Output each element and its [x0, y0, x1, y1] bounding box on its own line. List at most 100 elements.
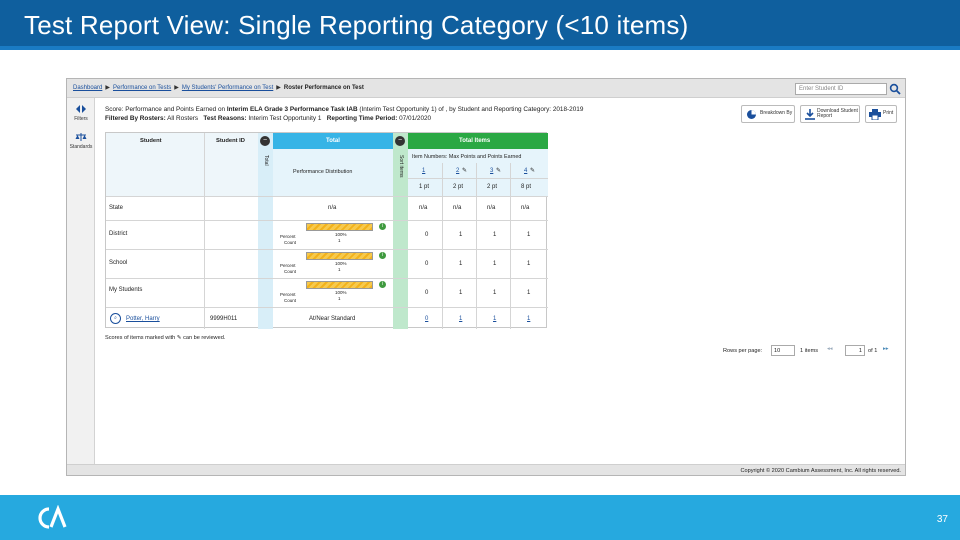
performance-bar[interactable] — [306, 252, 373, 260]
sidebar-item-standards[interactable]: Standards — [67, 132, 95, 150]
collapse-items-icon[interactable]: − — [395, 136, 405, 146]
col-divider — [476, 163, 477, 329]
row-item-value: 1 — [527, 290, 531, 296]
rows-per-page-select[interactable]: 10 — [771, 345, 795, 356]
row-item-value: n/a — [453, 205, 462, 211]
item-3-points: 2 pt — [487, 184, 498, 190]
col-divider — [510, 163, 511, 329]
item-2-link[interactable]: 2 — [456, 168, 459, 174]
student-item-score-link[interactable]: 1 — [493, 316, 496, 322]
performance-bar[interactable] — [306, 281, 373, 289]
review-note-start: Scores of items marked with — [105, 335, 176, 341]
review-note: Scores of items marked with ✎ can be rev… — [105, 335, 225, 341]
col-student[interactable]: Student — [140, 138, 162, 144]
pencil-icon: ✎ — [496, 168, 502, 174]
previous-page-icon[interactable]: ◂◂ — [827, 346, 833, 352]
row-item-value: 1 — [459, 232, 463, 238]
student-item-score-link[interactable]: 0 — [425, 316, 428, 322]
item-3-link[interactable]: 3 — [490, 168, 493, 174]
next-page-icon[interactable]: ▸▸ — [883, 346, 889, 352]
sidebar-item-label: Standards — [69, 144, 93, 150]
percent-value: 100% — [335, 261, 347, 266]
student-item-score-link[interactable]: 1 — [527, 316, 530, 322]
cambium-logo-icon — [38, 505, 67, 529]
download-icon — [805, 109, 815, 120]
col-student-id[interactable]: Student ID — [216, 138, 245, 144]
sidebar-item-filters[interactable]: Filters — [67, 104, 95, 122]
breadcrumb-my-students[interactable]: My Students' Performance on Test — [182, 85, 273, 91]
pencil-icon: ✎ — [176, 335, 182, 341]
breakdown-by-label: Breakdown By — [760, 110, 793, 116]
print-button[interactable]: Print — [865, 105, 897, 123]
filters-icon — [76, 105, 86, 113]
row-item-value: 0 — [425, 290, 429, 296]
row-divider — [106, 196, 548, 197]
student-report-icon[interactable]: ⌕ — [110, 313, 121, 324]
pencil-icon: ✎ — [530, 168, 536, 174]
slide-title: Test Report View: Single Reporting Categ… — [24, 10, 689, 40]
student-id-value: 9999H011 — [210, 316, 238, 322]
test-name: Interim ELA Grade 3 Performance Task IAB — [226, 106, 358, 113]
period-label: Reporting Time Period: — [326, 115, 398, 122]
student-id-search-input[interactable]: Enter Student ID — [795, 83, 887, 95]
row-item-value: 0 — [425, 261, 429, 267]
col-divider — [442, 163, 443, 329]
row-item-value: n/a — [419, 205, 428, 211]
performance-bar[interactable] — [306, 223, 373, 231]
score-prefix: Score: Performance and Points Earned on — [105, 106, 226, 113]
info-icon[interactable]: i — [379, 223, 386, 230]
breadcrumb-current: Roster Performance on Test — [283, 85, 364, 91]
reasons-label: Test Reasons: — [203, 115, 247, 122]
filtered-value: All Rosters — [167, 115, 199, 122]
row-item-value: 1 — [459, 261, 463, 267]
count-label: Count — [284, 298, 297, 303]
side-total-label: Total — [263, 155, 269, 166]
info-icon[interactable]: i — [379, 252, 386, 259]
chevron-right-icon: ▶ — [174, 85, 179, 91]
breadcrumb-performance[interactable]: Performance on Tests — [113, 85, 171, 91]
collapse-total-icon[interactable]: − — [260, 136, 270, 146]
row-name-my-students: My Students — [109, 287, 143, 293]
header-divider — [408, 178, 548, 179]
row-item-value: 0 — [425, 232, 429, 238]
page-number-input[interactable]: 1 — [845, 345, 865, 356]
item-4-link[interactable]: 4 — [524, 168, 527, 174]
print-label: Print — [883, 110, 894, 116]
total-header — [273, 133, 408, 149]
row-item-value: 1 — [493, 290, 497, 296]
percent-label: Percent — [280, 292, 296, 297]
filtered-label: Filtered By Rosters: — [105, 115, 166, 122]
breadcrumb: Dashboard ▶ Performance on Tests ▶ My Studen… — [73, 84, 364, 91]
item-1-link[interactable]: 1 — [422, 168, 425, 174]
side-items-label: Sort items — [398, 155, 404, 178]
count-value: 1 — [338, 238, 341, 243]
download-student-report-button[interactable]: Download Student Report — [800, 105, 860, 123]
col-total-items: Total Items — [459, 138, 491, 144]
row-divider — [106, 278, 548, 279]
row-item-value: 1 — [527, 232, 531, 238]
student-header — [106, 133, 273, 196]
info-icon[interactable]: i — [379, 281, 386, 288]
breakdown-by-button[interactable]: Breakdown By — [741, 105, 795, 123]
score-suffix: (Interim Test Opportunity 1) of , by Stu… — [359, 106, 584, 113]
col-divider — [204, 133, 205, 329]
item-2-points: 2 pt — [453, 184, 464, 190]
percent-label: Percent — [280, 263, 296, 268]
search-icon[interactable] — [887, 82, 903, 96]
row-item-value: 1 — [459, 290, 463, 296]
row-name-state: State — [109, 205, 124, 211]
row-item-value: 1 — [493, 261, 497, 267]
row-total-state: n/a — [328, 205, 337, 211]
review-note-end: can be reviewed. — [183, 335, 226, 341]
student-name-link[interactable]: Potter, Harry — [126, 316, 160, 322]
row-divider — [106, 249, 548, 250]
bottom-bar: 37 — [0, 495, 960, 540]
row-name-district: District — [109, 231, 128, 237]
col-performance-distribution[interactable]: Performance Distribution — [293, 169, 352, 175]
title-bar: Test Report View: Single Reporting Categ… — [0, 0, 960, 50]
breadcrumb-dashboard[interactable]: Dashboard — [73, 85, 102, 91]
row-divider — [106, 220, 548, 221]
row-item-value: n/a — [487, 205, 496, 211]
student-item-score-link[interactable]: 1 — [459, 316, 462, 322]
item-4-points: 8 pt — [521, 184, 532, 190]
